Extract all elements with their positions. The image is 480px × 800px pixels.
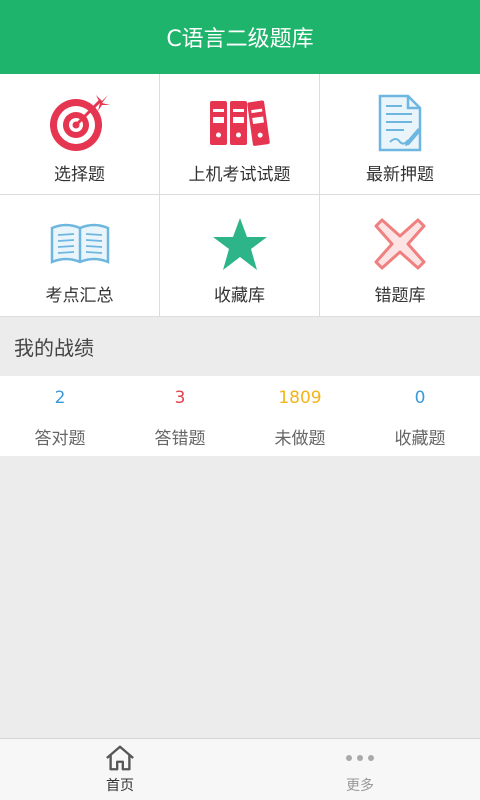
grid-item-favorites[interactable]: 收藏库 <box>160 195 320 317</box>
section-title-text: 我的战绩 <box>14 336 94 360</box>
bottom-tab-bar: 首页 更多 <box>0 738 480 800</box>
target-icon <box>48 94 112 152</box>
stat-label: 收藏题 <box>394 429 446 449</box>
document-pen-icon <box>368 94 432 152</box>
grid-item-computer-exam[interactable]: 上机考试试题 <box>160 74 320 195</box>
stat-label: 未做题 <box>274 429 326 449</box>
stat-favorited[interactable]: 0 收藏题 <box>360 376 480 456</box>
x-mark-icon <box>368 215 432 273</box>
stat-value: 3 <box>174 388 186 408</box>
grid-item-choice-questions[interactable]: 选择题 <box>0 74 160 195</box>
app-root: C语言二级题库 选择题 上机考试试题 最新押题 考点汇总 收藏库 错题库 我的战… <box>0 0 480 800</box>
grid-item-label: 错题库 <box>374 286 426 306</box>
grid-item-wrong-questions[interactable]: 错题库 <box>320 195 480 317</box>
binders-icon <box>208 94 272 152</box>
menu-grid: 选择题 上机考试试题 最新押题 考点汇总 收藏库 错题库 <box>0 74 480 317</box>
stat-value: 0 <box>414 388 426 408</box>
app-header: C语言二级题库 <box>0 0 480 74</box>
stat-value: 2 <box>54 388 66 408</box>
grid-item-label: 上机考试试题 <box>188 165 291 185</box>
stats-panel: 2 答对题 3 答错题 1809 未做题 0 收藏题 <box>0 376 480 456</box>
tab-more[interactable]: 更多 <box>240 739 480 800</box>
grid-item-key-points[interactable]: 考点汇总 <box>0 195 160 317</box>
stat-label: 答对题 <box>34 429 86 449</box>
tab-label: 首页 <box>106 777 134 794</box>
stat-unanswered[interactable]: 1809 未做题 <box>240 376 360 456</box>
stat-correct[interactable]: 2 答对题 <box>0 376 120 456</box>
grid-item-label: 选择题 <box>54 165 105 185</box>
grid-item-label: 考点汇总 <box>45 286 114 306</box>
stat-wrong[interactable]: 3 答错题 <box>120 376 240 456</box>
grid-item-label: 最新押题 <box>366 165 434 185</box>
stat-label: 答错题 <box>154 429 206 449</box>
tab-home[interactable]: 首页 <box>0 739 240 800</box>
home-icon <box>105 745 135 771</box>
open-book-icon <box>48 215 112 273</box>
page-title: C语言二级题库 <box>166 27 314 52</box>
stat-value: 1809 <box>278 388 322 408</box>
grid-item-latest-predictions[interactable]: 最新押题 <box>320 74 480 195</box>
more-dots-icon <box>345 745 375 771</box>
star-icon <box>208 215 272 273</box>
grid-item-label: 收藏库 <box>214 286 265 306</box>
section-title-my-record: 我的战绩 <box>0 317 480 376</box>
tab-label: 更多 <box>346 777 374 794</box>
